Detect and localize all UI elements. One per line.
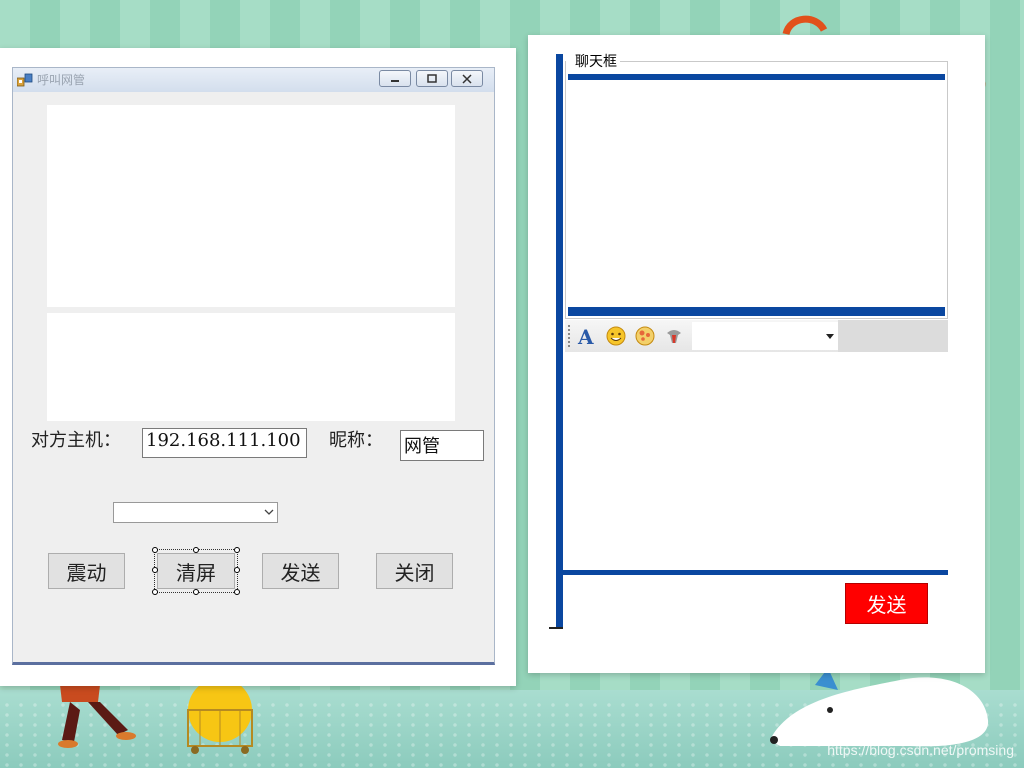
app-icon	[17, 73, 33, 87]
close-button[interactable]: 关闭	[376, 553, 453, 589]
designer-selection-frame	[152, 547, 240, 595]
message-display-area[interactable]	[47, 105, 455, 307]
window-titlebar[interactable]: 呼叫网管	[13, 68, 494, 92]
minimize-button[interactable]	[379, 70, 411, 87]
resize-handle[interactable]	[193, 589, 199, 595]
option-dropdown[interactable]	[113, 502, 278, 523]
toolbar-empty-area	[838, 320, 948, 352]
send-button[interactable]: 发送	[262, 553, 339, 589]
close-window-button[interactable]	[451, 70, 483, 87]
groupbox-top-border	[620, 61, 948, 62]
minimize-icon	[391, 79, 399, 82]
chat-history-bottom-bar	[568, 307, 945, 316]
shake-icon[interactable]	[663, 325, 685, 347]
chat-input-bottom-bar	[563, 570, 948, 575]
close-icon	[462, 73, 472, 84]
chat-input-area[interactable]	[568, 352, 948, 570]
chevron-down-icon	[264, 509, 274, 515]
nickname-label: 昵称：	[329, 430, 383, 451]
window-title: 呼叫网管	[37, 73, 86, 87]
chat-history-area[interactable]	[568, 80, 945, 307]
cartoon-character-illustration	[58, 680, 253, 754]
smiley-icon[interactable]	[605, 325, 627, 347]
left-window-card: 呼叫网管 对方主机： 192.168.111.100 昵称： 网管 震动 清屏	[0, 48, 516, 686]
message-input-area[interactable]	[47, 313, 455, 421]
emoticon-icon[interactable]	[634, 325, 656, 347]
maximize-button[interactable]	[416, 70, 448, 87]
shake-button[interactable]: 震动	[48, 553, 125, 589]
toolbar-grip[interactable]	[568, 325, 570, 347]
maximize-icon	[427, 73, 437, 83]
watermark-text: https://blog.csdn.net/promsing	[827, 742, 1014, 758]
resize-handle[interactable]	[152, 567, 158, 573]
nickname-input[interactable]: 网管	[400, 430, 484, 461]
format-toolbar: A	[565, 320, 948, 352]
host-label: 对方主机：	[31, 430, 121, 451]
chat-window-card: 聊天框 A 发送	[528, 35, 985, 673]
left-accent-bar	[556, 54, 563, 629]
font-dropdown[interactable]	[692, 322, 838, 350]
host-ip-input[interactable]: 192.168.111.100	[142, 428, 307, 458]
chat-groupbox-title: 聊天框	[573, 51, 619, 71]
resize-handle[interactable]	[152, 589, 158, 595]
svg-text:A: A	[577, 325, 594, 347]
resize-handle[interactable]	[234, 589, 240, 595]
resize-handle[interactable]	[234, 547, 240, 553]
font-icon[interactable]: A	[576, 325, 598, 347]
resize-handle[interactable]	[152, 547, 158, 553]
call-admin-window: 呼叫网管 对方主机： 192.168.111.100 昵称： 网管 震动 清屏	[12, 67, 495, 665]
resize-handle[interactable]	[234, 567, 240, 573]
dropdown-arrow-icon	[826, 334, 834, 339]
resize-handle[interactable]	[193, 547, 199, 553]
chat-send-button[interactable]: 发送	[845, 583, 928, 624]
accent-bar-foot	[549, 627, 563, 629]
